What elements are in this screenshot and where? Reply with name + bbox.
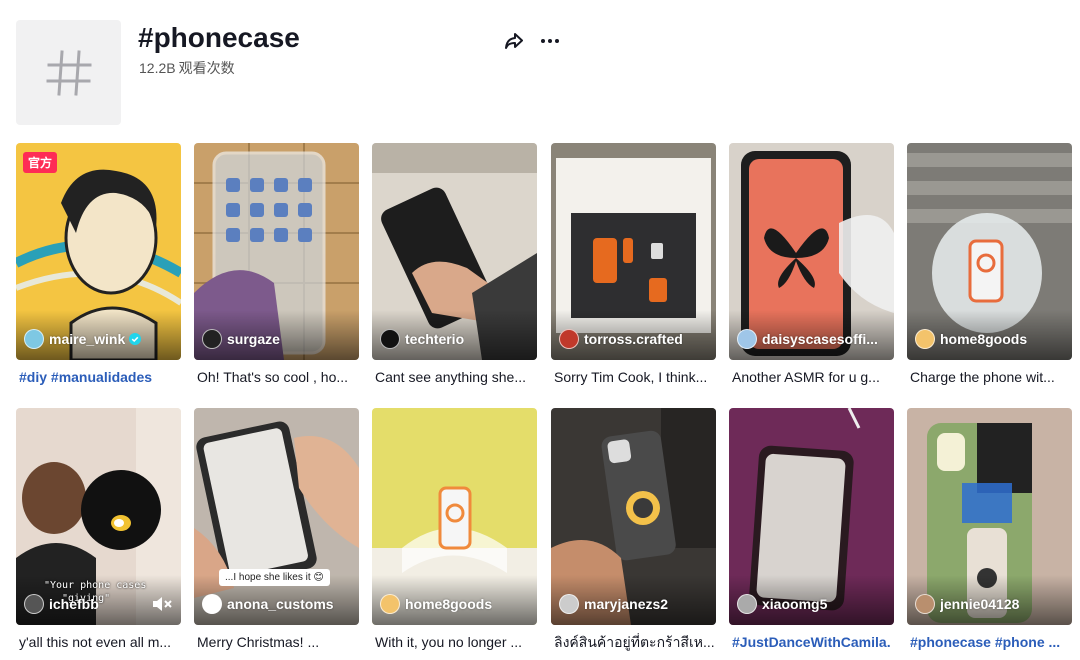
author-avatar — [380, 329, 400, 349]
author-row[interactable]: daisyscasesoffi... — [737, 329, 890, 349]
verified-icon — [129, 333, 142, 345]
author-avatar — [915, 329, 935, 349]
author-name[interactable]: torross.crafted — [584, 331, 683, 347]
author-row[interactable]: techterio — [380, 329, 533, 349]
author-avatar — [915, 594, 935, 614]
video-caption[interactable]: Another ASMR for u g... — [732, 368, 894, 386]
author-row[interactable]: maire_wink — [24, 329, 177, 349]
author-row[interactable]: torross.crafted — [559, 329, 712, 349]
video-caption[interactable]: Sorry Tim Cook, I think... — [554, 368, 716, 386]
author-name[interactable]: anona_customs — [227, 596, 334, 612]
author-avatar — [737, 594, 757, 614]
video-thumbnail[interactable]: home8goods — [372, 408, 537, 625]
author-row[interactable]: home8goods — [915, 329, 1068, 349]
video-thumbnail[interactable]: surgaze — [194, 143, 359, 360]
author-avatar — [24, 329, 44, 349]
caption-hashtag[interactable]: #phonecase — [910, 634, 991, 650]
author-name[interactable]: xiaoomg5 — [762, 596, 827, 612]
author-row[interactable]: xiaoomg5 — [737, 594, 890, 614]
video-thumbnail[interactable]: maryjanezs2 — [551, 408, 716, 625]
video-sticker-text: ...I hope she likes it 😊 — [219, 569, 330, 586]
page-title: #phonecase — [138, 22, 300, 53]
video-caption[interactable]: ลิงค์สินค้าอยู่ที่ตะกร้าสีเห... — [554, 633, 716, 651]
hashtag-avatar — [16, 20, 121, 125]
video-caption[interactable]: Merry Christmas! ... — [197, 633, 359, 651]
video-thumbnail[interactable]: "Your phone cases "giving" ichefbb — [16, 408, 181, 625]
video-thumbnail[interactable]: xiaoomg5 — [729, 408, 894, 625]
author-name[interactable]: surgaze — [227, 331, 280, 347]
author-avatar — [737, 329, 757, 349]
more-icon — [541, 39, 559, 43]
author-name[interactable]: ichefbb — [49, 596, 99, 612]
author-name[interactable]: jennie04128 — [940, 596, 1019, 612]
video-thumbnail[interactable]: home8goods — [907, 143, 1072, 360]
video-caption[interactable]: Charge the phone wit... — [910, 368, 1072, 386]
view-count-label: 观看次数 — [178, 60, 235, 76]
video-caption[interactable]: y'all this not even all m... — [19, 633, 181, 651]
video-caption[interactable]: #diy #manualidades — [19, 368, 181, 386]
tag-header: #phonecase 12.2B 观看次数 — [16, 20, 1080, 125]
author-row[interactable]: anona_customs — [202, 594, 355, 614]
video-caption[interactable]: #phonecase #phone ... — [910, 633, 1072, 651]
author-row[interactable]: jennie04128 — [915, 594, 1068, 614]
mute-icon[interactable] — [152, 596, 172, 612]
author-avatar — [380, 594, 400, 614]
author-row[interactable]: home8goods — [380, 594, 533, 614]
video-thumbnail[interactable]: torross.crafted — [551, 143, 716, 360]
caption-hashtag[interactable]: #diy — [19, 369, 47, 385]
author-avatar — [559, 329, 579, 349]
caption-hashtag[interactable]: #JustDanceWithCamila. — [732, 634, 891, 650]
author-avatar — [24, 594, 44, 614]
video-caption[interactable]: Cant see anything she... — [375, 368, 537, 386]
hashtag-icon — [46, 49, 91, 96]
video-caption[interactable]: With it, you no longer ... — [375, 633, 537, 651]
author-name[interactable]: daisyscasesoffi... — [762, 331, 878, 347]
share-icon — [505, 33, 523, 49]
view-count: 12.2B 观看次数 — [139, 58, 235, 78]
video-thumbnail[interactable]: ...I hope she likes it 😊 anona_customs — [194, 408, 359, 625]
caption-hashtag[interactable]: #manualidades — [51, 369, 152, 385]
author-name[interactable]: maire_wink — [49, 331, 125, 347]
video-thumbnail[interactable]: 官方 maire_wink — [16, 143, 181, 360]
author-avatar — [202, 329, 222, 349]
video-caption[interactable]: #JustDanceWithCamila. — [732, 633, 894, 651]
official-badge: 官方 — [23, 152, 58, 173]
author-avatar — [559, 594, 579, 614]
author-name[interactable]: home8goods — [405, 596, 492, 612]
author-row[interactable]: surgaze — [202, 329, 355, 349]
share-button[interactable] — [501, 28, 527, 54]
video-thumbnail[interactable]: daisyscasesoffi... — [729, 143, 894, 360]
more-options-button[interactable] — [537, 28, 563, 54]
video-overlay-text: "Your phone cases — [44, 580, 147, 591]
author-avatar — [202, 594, 222, 614]
video-caption[interactable]: Oh! That's so cool , ho... — [197, 368, 359, 386]
caption-hashtag[interactable]: #phone ... — [995, 634, 1060, 650]
author-name[interactable]: maryjanezs2 — [584, 596, 668, 612]
video-thumbnail[interactable]: jennie04128 — [907, 408, 1072, 625]
author-row[interactable]: maryjanezs2 — [559, 594, 712, 614]
author-name[interactable]: techterio — [405, 331, 464, 347]
view-count-number: 12.2B — [139, 60, 176, 76]
author-name[interactable]: home8goods — [940, 331, 1027, 347]
video-thumbnail[interactable]: techterio — [372, 143, 537, 360]
